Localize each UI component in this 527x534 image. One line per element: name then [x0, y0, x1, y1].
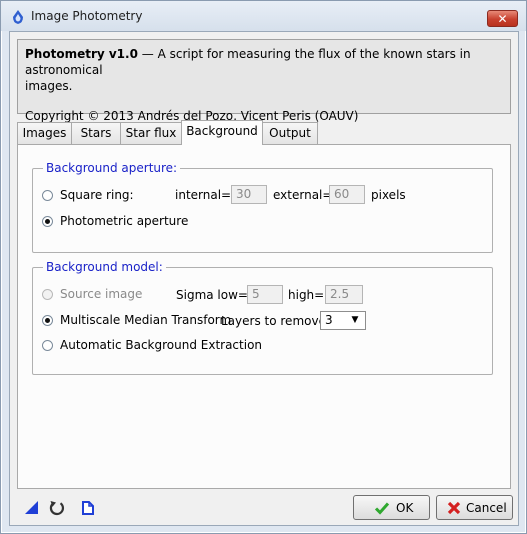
- close-button[interactable]: ✕: [487, 10, 518, 27]
- cancel-label: Cancel: [466, 501, 507, 515]
- mmt-label: Multiscale Median Transform: [60, 313, 232, 327]
- abe-label: Automatic Background Extraction: [60, 338, 263, 352]
- tab-star-flux[interactable]: Star flux: [120, 122, 182, 144]
- background-tab-panel: Background aperture: Square ring: intern…: [17, 144, 511, 489]
- internal-field[interactable]: 30: [231, 185, 267, 204]
- chevron-down-icon: ▼: [351, 315, 359, 325]
- background-aperture-legend: Background aperture:: [43, 161, 181, 175]
- pixels-unit-label: pixels: [371, 188, 406, 202]
- ok-button[interactable]: OK: [353, 495, 430, 520]
- script-info-box: Photometry v1.0 — A script for measuring…: [17, 39, 511, 123]
- background-model-group: Background model: Source image Sigma low…: [32, 260, 493, 375]
- square-ring-radio[interactable]: [42, 190, 53, 201]
- background-model-legend: Background model:: [43, 260, 166, 274]
- window-title: Image Photometry: [31, 9, 143, 23]
- sigma-low-field[interactable]: 5: [247, 285, 283, 304]
- cancel-button[interactable]: Cancel: [436, 495, 513, 520]
- description-text-2: images.: [25, 79, 73, 93]
- dialog-body: Photometry v1.0 — A script for measuring…: [9, 31, 519, 526]
- background-aperture-group: Background aperture: Square ring: intern…: [32, 161, 493, 253]
- close-icon: ✕: [497, 12, 508, 26]
- x-icon: [447, 501, 461, 515]
- external-label: external=: [273, 188, 333, 202]
- script-description: Photometry v1.0 — A script for measuring…: [25, 46, 503, 78]
- abe-radio[interactable]: [42, 340, 53, 351]
- reset-icon[interactable]: [48, 499, 66, 517]
- layers-to-remove-label: Layers to remove:: [221, 314, 330, 328]
- mmt-radio[interactable]: [42, 315, 53, 326]
- sigma-high-label: high=: [288, 288, 325, 302]
- external-field[interactable]: 60: [329, 185, 365, 204]
- pixinsight-icon: [13, 10, 23, 24]
- title-bar[interactable]: Image Photometry ✕: [1, 1, 526, 31]
- source-image-radio[interactable]: [42, 289, 53, 300]
- photometric-aperture-label: Photometric aperture: [60, 214, 189, 228]
- layers-value: 3: [325, 313, 333, 327]
- tab-stars[interactable]: Stars: [71, 122, 121, 144]
- tab-background[interactable]: Background: [181, 120, 263, 145]
- tab-output[interactable]: Output: [262, 122, 318, 144]
- ok-label: OK: [396, 501, 414, 515]
- photometric-aperture-radio[interactable]: [42, 216, 53, 227]
- script-name: Photometry v1.0: [25, 47, 138, 61]
- source-image-label: Source image: [60, 287, 143, 301]
- documentation-icon[interactable]: [79, 499, 97, 517]
- internal-label: internal=: [175, 188, 232, 202]
- sigma-high-field[interactable]: 2.5: [325, 285, 363, 304]
- new-instance-icon[interactable]: [23, 499, 41, 517]
- check-icon: [374, 502, 390, 515]
- square-ring-label: Square ring:: [60, 188, 134, 202]
- dialog-window: Image Photometry ✕ Photometry v1.0 — A s…: [0, 0, 527, 534]
- layers-to-remove-combo[interactable]: 3 ▼: [320, 311, 366, 330]
- sigma-low-label: Sigma low=: [176, 288, 248, 302]
- tab-images[interactable]: Images: [17, 122, 72, 144]
